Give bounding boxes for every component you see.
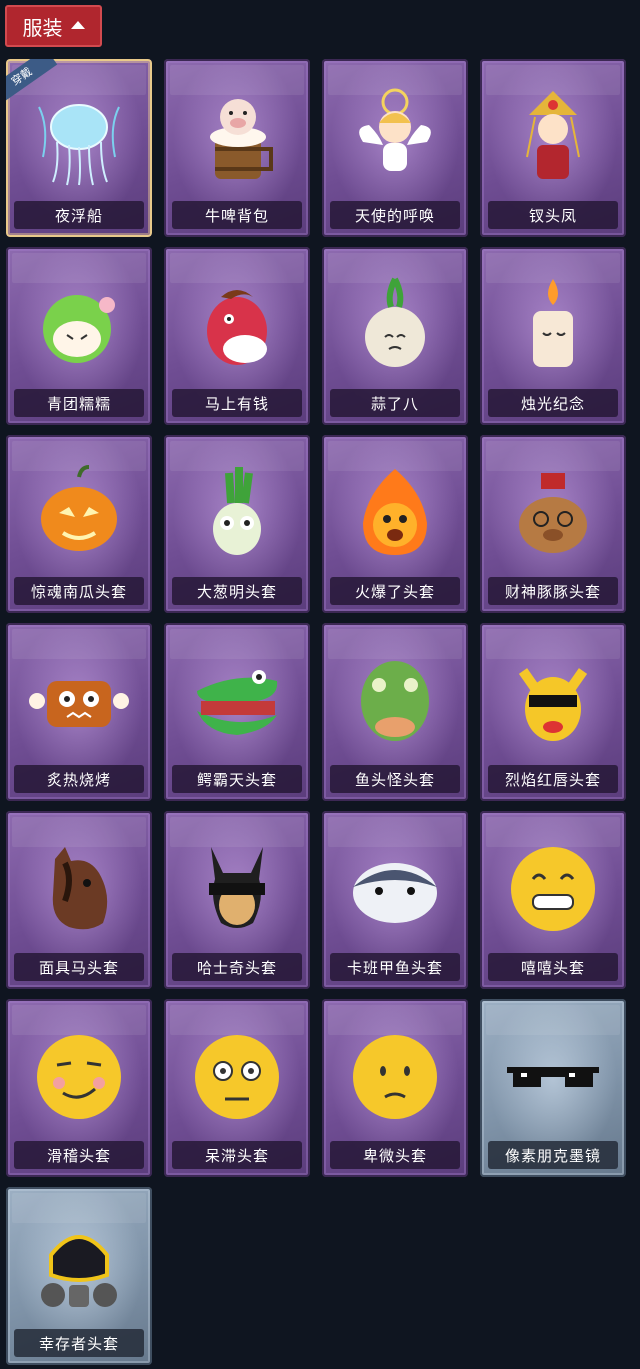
outfit-name: 烛光纪念 [488,389,618,417]
outfit-name: 幸存者头套 [14,1329,144,1357]
candle-icon [533,279,573,367]
capybara-god-of-wealth-icon [519,473,587,553]
phoenix-headdress-icon [526,91,580,179]
outfit-card[interactable]: 火爆了头套 [322,435,468,613]
outfit-card[interactable]: 呆滞头套 [164,999,310,1177]
outfit-name: 蒜了八 [330,389,460,417]
outfit-name: 钗头凤 [488,201,618,229]
outfit-grid: 夜浮船 穿戴 牛啤背包 天使的呼唤 钗头凤青团糯糯 马上有钱 蒜了八 烛光纪念惊魂南瓜头套 大葱… [6,59,632,1365]
outfit-card[interactable]: 大葱明头套 [164,435,310,613]
outfit-name: 呆滞头套 [172,1141,302,1169]
stare-emoji-icon [195,1035,279,1119]
outfit-card[interactable]: 夜浮船 穿戴 [6,59,152,237]
outfit-card[interactable]: 钗头凤 [480,59,626,237]
outfit-card[interactable]: 嘻嘻头套 [480,811,626,989]
outfit-name: 财神豚豚头套 [488,577,618,605]
red-horse-mask-icon [207,290,267,365]
outfit-card[interactable]: 面具马头套 [6,811,152,989]
outfit-card[interactable]: 卡班甲鱼头套 [322,811,468,989]
pumpkin-icon [41,465,117,551]
fish-blob-icon [353,863,437,923]
outfit-name: 面具马头套 [14,953,144,981]
outfit-name: 像素朋克墨镜 [488,1141,618,1169]
angel-icon [359,88,431,171]
outfit-card[interactable]: 惊魂南瓜头套 [6,435,152,613]
outfit-card[interactable]: 烈焰红唇头套 [480,623,626,801]
outfit-card[interactable]: 幸存者头套 [6,1187,152,1365]
fire-spirit-icon [363,469,427,555]
outfit-name: 哈士奇头套 [172,953,302,981]
outfit-card[interactable]: 青团糯糯 [6,247,152,425]
outfit-card[interactable]: 像素朋克墨镜 [480,999,626,1177]
outfit-name: 火爆了头套 [330,577,460,605]
outfit-name: 夜浮船 [14,201,144,229]
outfit-card[interactable]: 蒜了八 [322,247,468,425]
beer-barrel-pig-icon [210,99,273,179]
outfit-name: 天使的呼唤 [330,201,460,229]
outfit-name: 卡班甲鱼头套 [330,953,460,981]
outfit-name: 鳄霸天头套 [172,765,302,793]
fish-head-icon [361,661,429,741]
yellow-mouse-sunglasses-icon [518,668,588,741]
outfit-name: 鱼头怪头套 [330,765,460,793]
outfit-name: 牛啤背包 [172,201,302,229]
gas-mask-icon [41,1235,117,1307]
outfit-category-toggle[interactable]: 服装 [5,5,102,47]
smirk-emoji-icon [37,1035,121,1119]
green-dumpling-icon [43,295,115,363]
outfit-card[interactable]: 烛光纪念 [480,247,626,425]
horse-mask-icon [52,847,108,930]
outfit-card[interactable]: 马上有钱 [164,247,310,425]
scallion-icon [213,467,261,555]
outfit-card[interactable]: 滑稽头套 [6,999,152,1177]
outfit-name: 嘻嘻头套 [488,953,618,981]
outfit-card[interactable]: 财神豚豚头套 [480,435,626,613]
category-title: 服装 [22,15,63,40]
outfit-name: 卑微头套 [330,1141,460,1169]
outfit-card[interactable]: 炙热烧烤 [6,623,152,801]
garlic-icon [365,277,425,367]
outfit-name: 烈焰红唇头套 [488,765,618,793]
outfit-name: 青团糯糯 [14,389,144,417]
bbq-meat-icon [29,681,129,727]
outfit-name: 滑稽头套 [14,1141,144,1169]
pixel-sunglasses-icon [507,1067,599,1087]
crocodile-icon [197,670,278,735]
outfit-card[interactable]: 鳄霸天头套 [164,623,310,801]
humble-emoji-icon [353,1035,437,1119]
outfit-card[interactable]: 牛啤背包 [164,59,310,237]
outfit-card[interactable]: 卑微头套 [322,999,468,1177]
outfit-card[interactable]: 鱼头怪头套 [322,623,468,801]
outfit-name: 马上有钱 [172,389,302,417]
outfit-name: 炙热烧烤 [14,765,144,793]
chevron-up-icon [70,21,85,29]
husky-sunglasses-icon [209,847,265,928]
jellyfish-icon [38,104,120,186]
outfit-name: 大葱明头套 [172,577,302,605]
outfit-name: 惊魂南瓜头套 [14,577,144,605]
outfit-card[interactable]: 天使的呼唤 [322,59,468,237]
grin-emoji-icon [511,847,595,931]
outfit-card[interactable]: 哈士奇头套 [164,811,310,989]
